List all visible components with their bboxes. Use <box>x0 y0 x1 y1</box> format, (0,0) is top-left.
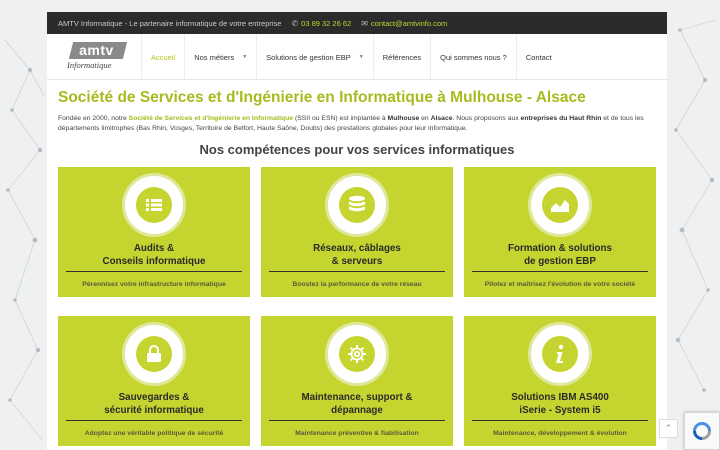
intro-text: . Nous proposons aux <box>452 115 521 122</box>
card-title-line: sécurité informatique <box>104 404 204 416</box>
service-card-reseaux[interactable]: Réseaux, câblages & serveurs Boostez la … <box>261 167 453 297</box>
menu-item-nos-metiers[interactable]: Nos métiers ▼ <box>184 34 256 80</box>
top-bar: AMTV Informatique - Le partenaire inform… <box>47 12 667 34</box>
intro-bold: Alsace <box>430 115 453 122</box>
phone-link[interactable]: ✆ 03 89 32 26 62 <box>291 19 351 28</box>
card-divider <box>66 420 242 421</box>
card-icon-circle <box>122 173 186 237</box>
card-title: Audits & Conseils informatique <box>58 243 250 268</box>
intro-highlight: Société de Services et d'Ingénierie en I… <box>128 115 294 122</box>
envelope-icon: ✉ <box>361 18 368 28</box>
caret-down-icon: ▼ <box>358 54 364 60</box>
card-divider <box>269 271 445 272</box>
card-title: Formation & solutions de gestion EBP <box>464 243 656 268</box>
card-title: Maintenance, support & dépannage <box>261 392 453 417</box>
card-divider <box>472 271 648 272</box>
tagline: AMTV Informatique - Le partenaire inform… <box>58 18 282 28</box>
intro-bold: entreprises du Haut Rhin <box>520 115 602 122</box>
card-title-line: iSerie - System i5 <box>519 404 601 416</box>
caret-down-icon: ▼ <box>242 54 248 60</box>
gear-icon <box>348 345 366 363</box>
card-divider <box>472 420 648 421</box>
email-link[interactable]: ✉ contact@amtvinfo.com <box>361 19 447 28</box>
menu-item-label: Références <box>382 52 422 62</box>
menu-item-solutions-ebp[interactable]: Solutions de gestion EBP ▼ <box>256 34 373 80</box>
card-title-line: & serveurs <box>331 255 383 267</box>
card-description: Pilotez et maîtrisez l'évolution de votr… <box>484 281 636 288</box>
intro-text: en <box>419 115 431 122</box>
card-divider <box>66 271 242 272</box>
menu-item-label: Accueil <box>151 52 176 62</box>
card-icon-circle <box>528 322 592 386</box>
menu-item-label: Contact <box>525 52 552 62</box>
service-card-formation[interactable]: Formation & solutions de gestion EBP Pil… <box>464 167 656 297</box>
scroll-to-top-button[interactable]: ⌃ <box>659 419 678 438</box>
service-card-sauvegardes[interactable]: Sauvegardes & sécurité informatique Adop… <box>58 316 250 446</box>
card-icon-circle <box>122 322 186 386</box>
card-title-line: Formation & solutions <box>508 243 612 254</box>
lock-icon <box>147 345 161 362</box>
menu-item-label: Solutions de gestion EBP <box>266 52 351 62</box>
list-icon <box>146 199 162 211</box>
card-title-line: Conseils informatique <box>102 255 206 267</box>
intro-text: (SSII ou ESN) est implantée à <box>293 115 388 122</box>
service-card-ibm[interactable]: Solutions IBM AS400 iSerie - System i5 M… <box>464 316 656 446</box>
menu-item-label: Qui sommes nous ? <box>440 52 507 62</box>
main-menu: Accueil Nos métiers ▼ Solutions de gesti… <box>141 34 561 80</box>
menu-item-qui-sommes-nous[interactable]: Qui sommes nous ? <box>430 34 516 80</box>
service-card-audits[interactable]: Audits & Conseils informatique Pérennise… <box>58 167 250 297</box>
menu-item-accueil[interactable]: Accueil <box>141 34 184 80</box>
menu-item-label: Nos métiers <box>194 52 235 62</box>
page-title: Société de Services et d'Ingénierie en I… <box>58 89 586 106</box>
card-title: Sauvegardes & sécurité informatique <box>58 392 250 417</box>
logo-sub: Informatique <box>67 60 112 70</box>
logo[interactable]: amtv Informatique <box>67 42 128 72</box>
area-chart-icon <box>551 200 569 212</box>
card-title-line: Solutions IBM AS400 <box>511 392 609 403</box>
recaptcha-badge[interactable] <box>684 412 720 450</box>
card-description: Maintenance, développement & évolution <box>493 430 627 437</box>
card-title-line: Sauvegardes & <box>118 392 190 403</box>
card-title-line: Audits & <box>133 243 175 254</box>
main-navbar: amtv Informatique Accueil Nos métiers ▼ … <box>47 34 667 80</box>
card-title-line: Réseaux, câblages <box>313 243 401 254</box>
service-card-maintenance[interactable]: Maintenance, support & dépannage Mainten… <box>261 316 453 446</box>
intro-bold: Mulhouse <box>387 115 420 122</box>
logo-mark: amtv <box>68 42 128 59</box>
recaptcha-icon <box>693 422 711 440</box>
section-title: Nos compétences pour vos services inform… <box>199 142 515 157</box>
info-icon <box>556 344 564 363</box>
logo-brand: amtv <box>79 42 114 58</box>
card-title: Solutions IBM AS400 iSerie - System i5 <box>464 392 656 417</box>
card-icon-circle <box>325 173 389 237</box>
card-title-line: Maintenance, support & <box>301 392 413 403</box>
menu-item-references[interactable]: Références <box>372 34 430 80</box>
card-title-line: de gestion EBP <box>524 255 596 267</box>
menu-item-contact[interactable]: Contact <box>515 34 561 80</box>
phone-icon: ✆ <box>291 18 299 28</box>
card-icon-circle <box>325 322 389 386</box>
email-address: contact@amtvinfo.com <box>370 18 448 28</box>
card-title: Réseaux, câblages & serveurs <box>261 243 453 268</box>
intro-text: Fondée en 2000, notre <box>58 115 129 122</box>
intro-paragraph: Fondée en 2000, notre Société de Service… <box>58 114 657 133</box>
database-icon <box>349 195 365 212</box>
card-description: Pérennisez votre infrastructure informat… <box>82 281 226 288</box>
page-container: AMTV Informatique - Le partenaire inform… <box>47 12 667 450</box>
phone-number: 03 89 32 26 62 <box>301 18 352 28</box>
card-title-line: dépannage <box>331 404 383 416</box>
chevron-up-icon: ⌃ <box>664 423 673 433</box>
card-description: Adoptez une véritable politique de sécur… <box>84 430 224 437</box>
card-divider <box>269 420 445 421</box>
card-description: Boostez la performance de votre réseau <box>292 281 422 288</box>
card-description: Maintenance préventive & fiabilisation <box>295 430 419 437</box>
card-icon-circle <box>528 173 592 237</box>
